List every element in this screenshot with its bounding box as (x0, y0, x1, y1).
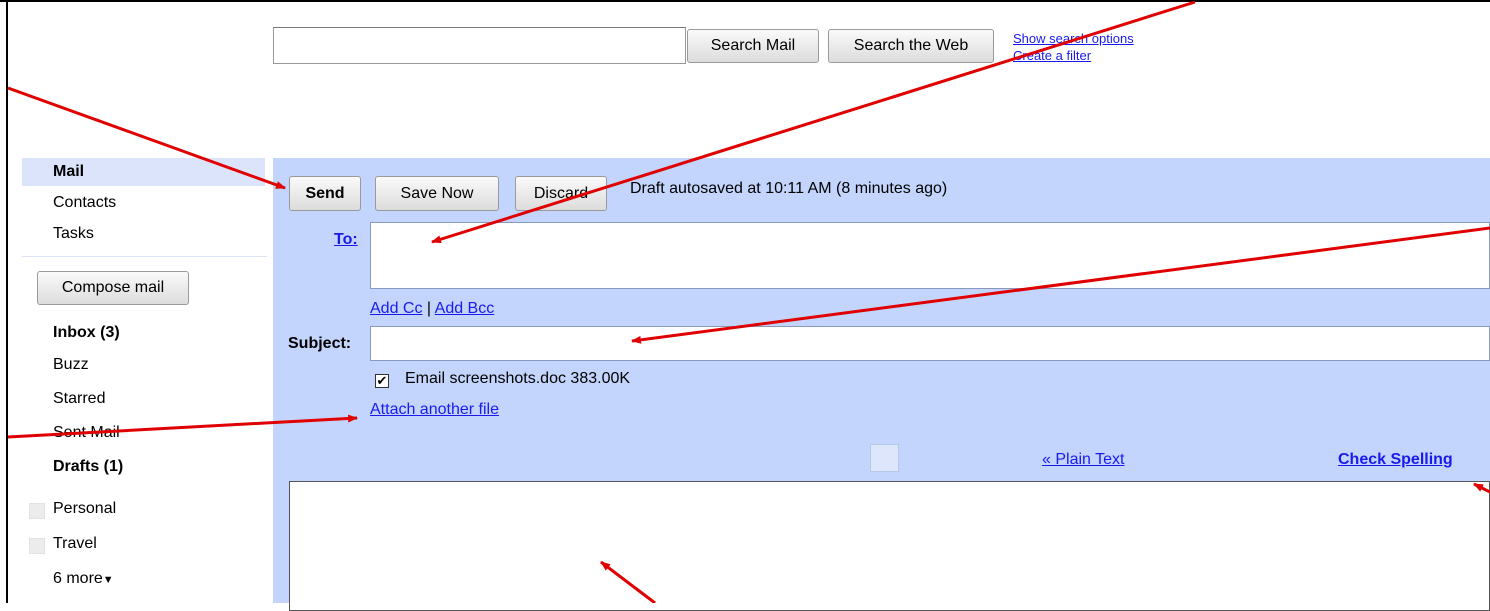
to-field[interactable] (370, 222, 1490, 289)
show-search-options-link[interactable]: Show search options (1013, 31, 1134, 46)
more-labels-text: 6 more (53, 570, 103, 587)
to-label-link[interactable]: To: (334, 231, 358, 249)
cc-bcc-links: Add Cc | Add Bcc (370, 300, 494, 318)
sidebar-item-drafts[interactable]: Drafts (1) (53, 458, 123, 476)
add-bcc-link[interactable]: Add Bcc (435, 300, 495, 317)
formatting-toolbar-box[interactable] (870, 444, 899, 472)
plain-text-link[interactable]: « Plain Text (1042, 451, 1124, 469)
attachment-info: Email screenshots.doc 383.00K (405, 370, 630, 388)
send-button[interactable]: Send (289, 176, 361, 211)
sidebar-item-buzz[interactable]: Buzz (53, 356, 89, 374)
sidebar-item-inbox[interactable]: Inbox (3) (53, 324, 120, 342)
sidebar-label-travel[interactable]: Travel (53, 535, 97, 553)
sidebar-item-contacts[interactable]: Contacts (53, 194, 116, 212)
save-now-button[interactable]: Save Now (375, 176, 499, 211)
image-border-left (6, 0, 8, 603)
sidebar-item-mail[interactable]: Mail (53, 163, 84, 181)
search-mail-button[interactable]: Search Mail (687, 29, 819, 63)
label-color-swatch[interactable] (29, 538, 45, 554)
create-filter-link[interactable]: Create a filter (1013, 48, 1091, 63)
compose-mail-button[interactable]: Compose mail (37, 271, 189, 305)
label-color-swatch[interactable] (29, 503, 45, 519)
add-cc-link[interactable]: Add Cc (370, 300, 422, 317)
subject-field[interactable] (370, 326, 1490, 361)
triangle-down-icon: ▼ (102, 574, 114, 586)
attach-another-file-link[interactable]: Attach another file (370, 401, 499, 419)
search-web-button[interactable]: Search the Web (828, 29, 994, 63)
attachment-file-size: 383.00K (570, 370, 631, 387)
link-separator: | (426, 300, 432, 317)
image-border-top (0, 0, 1490, 2)
attachment-file-name: Email screenshots.doc (405, 370, 566, 387)
sidebar-item-sent-mail[interactable]: Sent Mail (53, 424, 120, 442)
sidebar-item-tasks[interactable]: Tasks (53, 225, 94, 243)
discard-button[interactable]: Discard (515, 176, 607, 211)
message-body-editor[interactable] (289, 481, 1490, 611)
sidebar-more-labels[interactable]: 6 more▼ (53, 570, 114, 588)
search-input[interactable] (273, 27, 686, 64)
autosave-status: Draft autosaved at 10:11 AM (8 minutes a… (630, 180, 948, 197)
sidebar-item-starred[interactable]: Starred (53, 390, 105, 408)
sidebar-divider (22, 256, 267, 257)
attachment-checkbox[interactable]: ✔ (375, 374, 389, 388)
subject-label: Subject: (288, 335, 352, 352)
check-spelling-link[interactable]: Check Spelling (1338, 451, 1453, 469)
sidebar-label-personal[interactable]: Personal (53, 500, 116, 518)
